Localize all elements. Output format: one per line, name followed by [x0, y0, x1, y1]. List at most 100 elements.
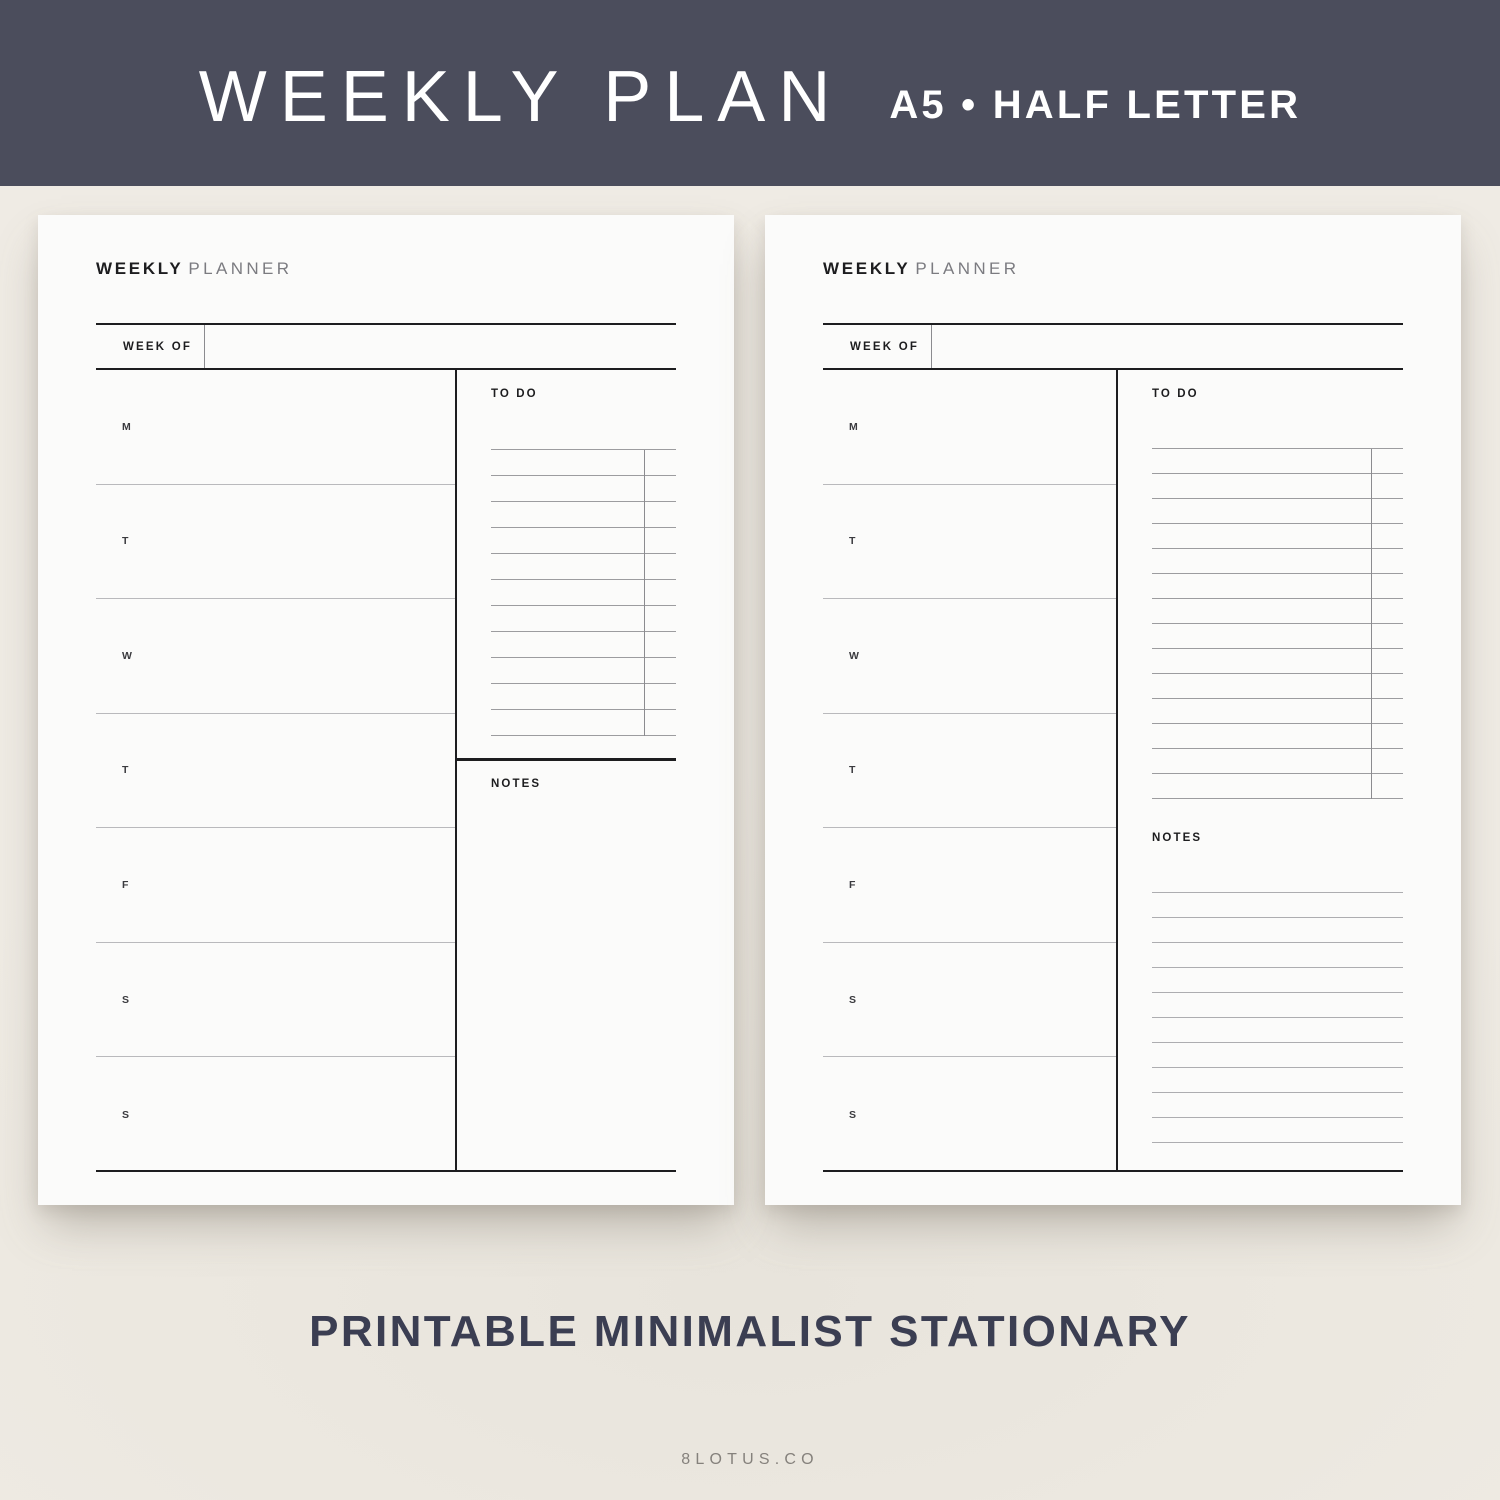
ruled-line[interactable] [491, 684, 676, 710]
planner-sheet-left: WEEKLY PLANNER WEEK OF M T W T F S S TO DO NOT… [96, 260, 676, 1172]
ruled-line[interactable] [491, 554, 676, 580]
day-label: M [122, 420, 133, 433]
ruled-line[interactable] [1152, 424, 1403, 449]
planner-page-left[interactable]: WEEKLY PLANNER WEEK OF M T W T F S S TO DO NOT… [38, 215, 734, 1205]
header-banner: WEEKLY PLAN A5 • HALF LETTER [0, 0, 1500, 186]
ruled-line[interactable] [491, 476, 676, 502]
poster-caption: PRINTABLE MINIMALIST STATIONARY [309, 1307, 1191, 1356]
day-row[interactable]: W [823, 599, 1116, 714]
day-label: T [849, 535, 857, 548]
ruled-line[interactable] [1152, 524, 1403, 549]
ruled-line[interactable] [491, 502, 676, 528]
day-label: F [849, 879, 857, 892]
day-label: F [122, 879, 130, 892]
day-row[interactable]: W [96, 599, 455, 714]
ruled-line[interactable] [1152, 1118, 1403, 1143]
ruled-line[interactable] [1152, 1043, 1403, 1068]
todo-title: TO DO [1152, 388, 1199, 400]
day-label: W [849, 649, 861, 662]
planner-heading-bold: WEEKLY [823, 259, 911, 278]
week-of-input[interactable] [932, 325, 1403, 368]
day-column-right: M T W T F S S [823, 370, 1116, 1170]
todo-check-column-divider-right [1371, 449, 1372, 799]
ruled-line[interactable] [1152, 1018, 1403, 1043]
day-label: S [122, 993, 131, 1006]
ruled-line[interactable] [1152, 749, 1403, 774]
todo-lines-right[interactable] [1152, 424, 1403, 799]
ruled-line[interactable] [491, 632, 676, 658]
ruled-line[interactable] [1152, 968, 1403, 993]
planner-heading-left: WEEKLY PLANNER [96, 260, 292, 277]
notes-title: NOTES [491, 778, 542, 790]
day-row[interactable]: T [96, 714, 455, 829]
ruled-line[interactable] [491, 528, 676, 554]
ruled-line[interactable] [1152, 499, 1403, 524]
ruled-line[interactable] [1152, 599, 1403, 624]
day-label: M [849, 420, 860, 433]
day-column-left: M T W T F S S [96, 370, 455, 1170]
day-row[interactable]: S [96, 943, 455, 1058]
ruled-line[interactable] [1152, 724, 1403, 749]
ruled-line[interactable] [1152, 674, 1403, 699]
ruled-line[interactable] [491, 710, 676, 736]
planner-heading-light: PLANNER [915, 259, 1020, 278]
planner-body-left: M T W T F S S TO DO NOTES [96, 370, 676, 1172]
planner-heading-light: PLANNER [188, 259, 293, 278]
notes-lines-right[interactable] [1152, 868, 1403, 1143]
planner-heading-right: WEEKLY PLANNER [823, 260, 1019, 277]
ruled-line[interactable] [1152, 549, 1403, 574]
poster-canvas: WEEKLY PLAN A5 • HALF LETTER WEEKLY PLANN… [0, 0, 1500, 1500]
day-label: W [122, 649, 134, 662]
day-row[interactable]: T [823, 714, 1116, 829]
ruled-line[interactable] [491, 450, 676, 476]
day-row[interactable]: M [96, 370, 455, 485]
ruled-line[interactable] [1152, 474, 1403, 499]
ruled-line[interactable] [1152, 774, 1403, 799]
day-row[interactable]: T [823, 485, 1116, 600]
day-row[interactable]: T [96, 485, 455, 600]
ruled-line[interactable] [1152, 1068, 1403, 1093]
ruled-line[interactable] [1152, 868, 1403, 893]
ruled-line[interactable] [491, 606, 676, 632]
ruled-line[interactable] [1152, 918, 1403, 943]
day-row[interactable]: F [823, 828, 1116, 943]
day-row[interactable]: S [96, 1057, 455, 1172]
ruled-line[interactable] [1152, 449, 1403, 474]
day-row[interactable]: S [823, 943, 1116, 1058]
planner-page-right[interactable]: WEEKLY PLANNER WEEK OF M T W T F S S TO DO NOT… [765, 215, 1461, 1205]
todo-section-left: TO DO [457, 370, 676, 758]
day-row[interactable]: F [96, 828, 455, 943]
ruled-line[interactable] [1152, 624, 1403, 649]
day-label: S [849, 993, 858, 1006]
planner-sheet-right: WEEKLY PLANNER WEEK OF M T W T F S S TO DO NOT… [823, 260, 1403, 1172]
brand-watermark: 8LOTUS.CO [681, 1451, 819, 1468]
ruled-line[interactable] [1152, 1093, 1403, 1118]
poster-title: WEEKLY PLAN [198, 57, 844, 137]
poster-subtitle: A5 • HALF LETTER [889, 83, 1302, 127]
todo-title: TO DO [491, 388, 538, 400]
planner-heading-bold: WEEKLY [96, 259, 184, 278]
week-of-label: WEEK OF [123, 340, 193, 353]
notes-section-right[interactable]: NOTES [1118, 812, 1403, 1170]
right-column-right-page: TO DO NOTES [1118, 370, 1403, 1170]
ruled-line[interactable] [1152, 699, 1403, 724]
ruled-line[interactable] [1152, 943, 1403, 968]
todo-lines-left[interactable] [491, 424, 676, 736]
ruled-line[interactable] [1152, 993, 1403, 1018]
ruled-line[interactable] [491, 580, 676, 606]
ruled-line[interactable] [1152, 649, 1403, 674]
day-label: T [122, 764, 130, 777]
day-row[interactable]: S [823, 1057, 1116, 1172]
notes-section-left[interactable]: NOTES [457, 760, 676, 1170]
right-column-left-page: TO DO NOTES [457, 370, 676, 1170]
ruled-line[interactable] [491, 658, 676, 684]
day-label: S [849, 1108, 858, 1121]
ruled-line[interactable] [1152, 574, 1403, 599]
ruled-line[interactable] [491, 424, 676, 450]
week-of-bar-left: WEEK OF [96, 323, 676, 370]
week-of-input[interactable] [205, 325, 676, 368]
ruled-line[interactable] [1152, 893, 1403, 918]
day-row[interactable]: M [823, 370, 1116, 485]
week-of-label: WEEK OF [850, 340, 920, 353]
header-banner-inner: WEEKLY PLAN A5 • HALF LETTER [199, 61, 1301, 133]
